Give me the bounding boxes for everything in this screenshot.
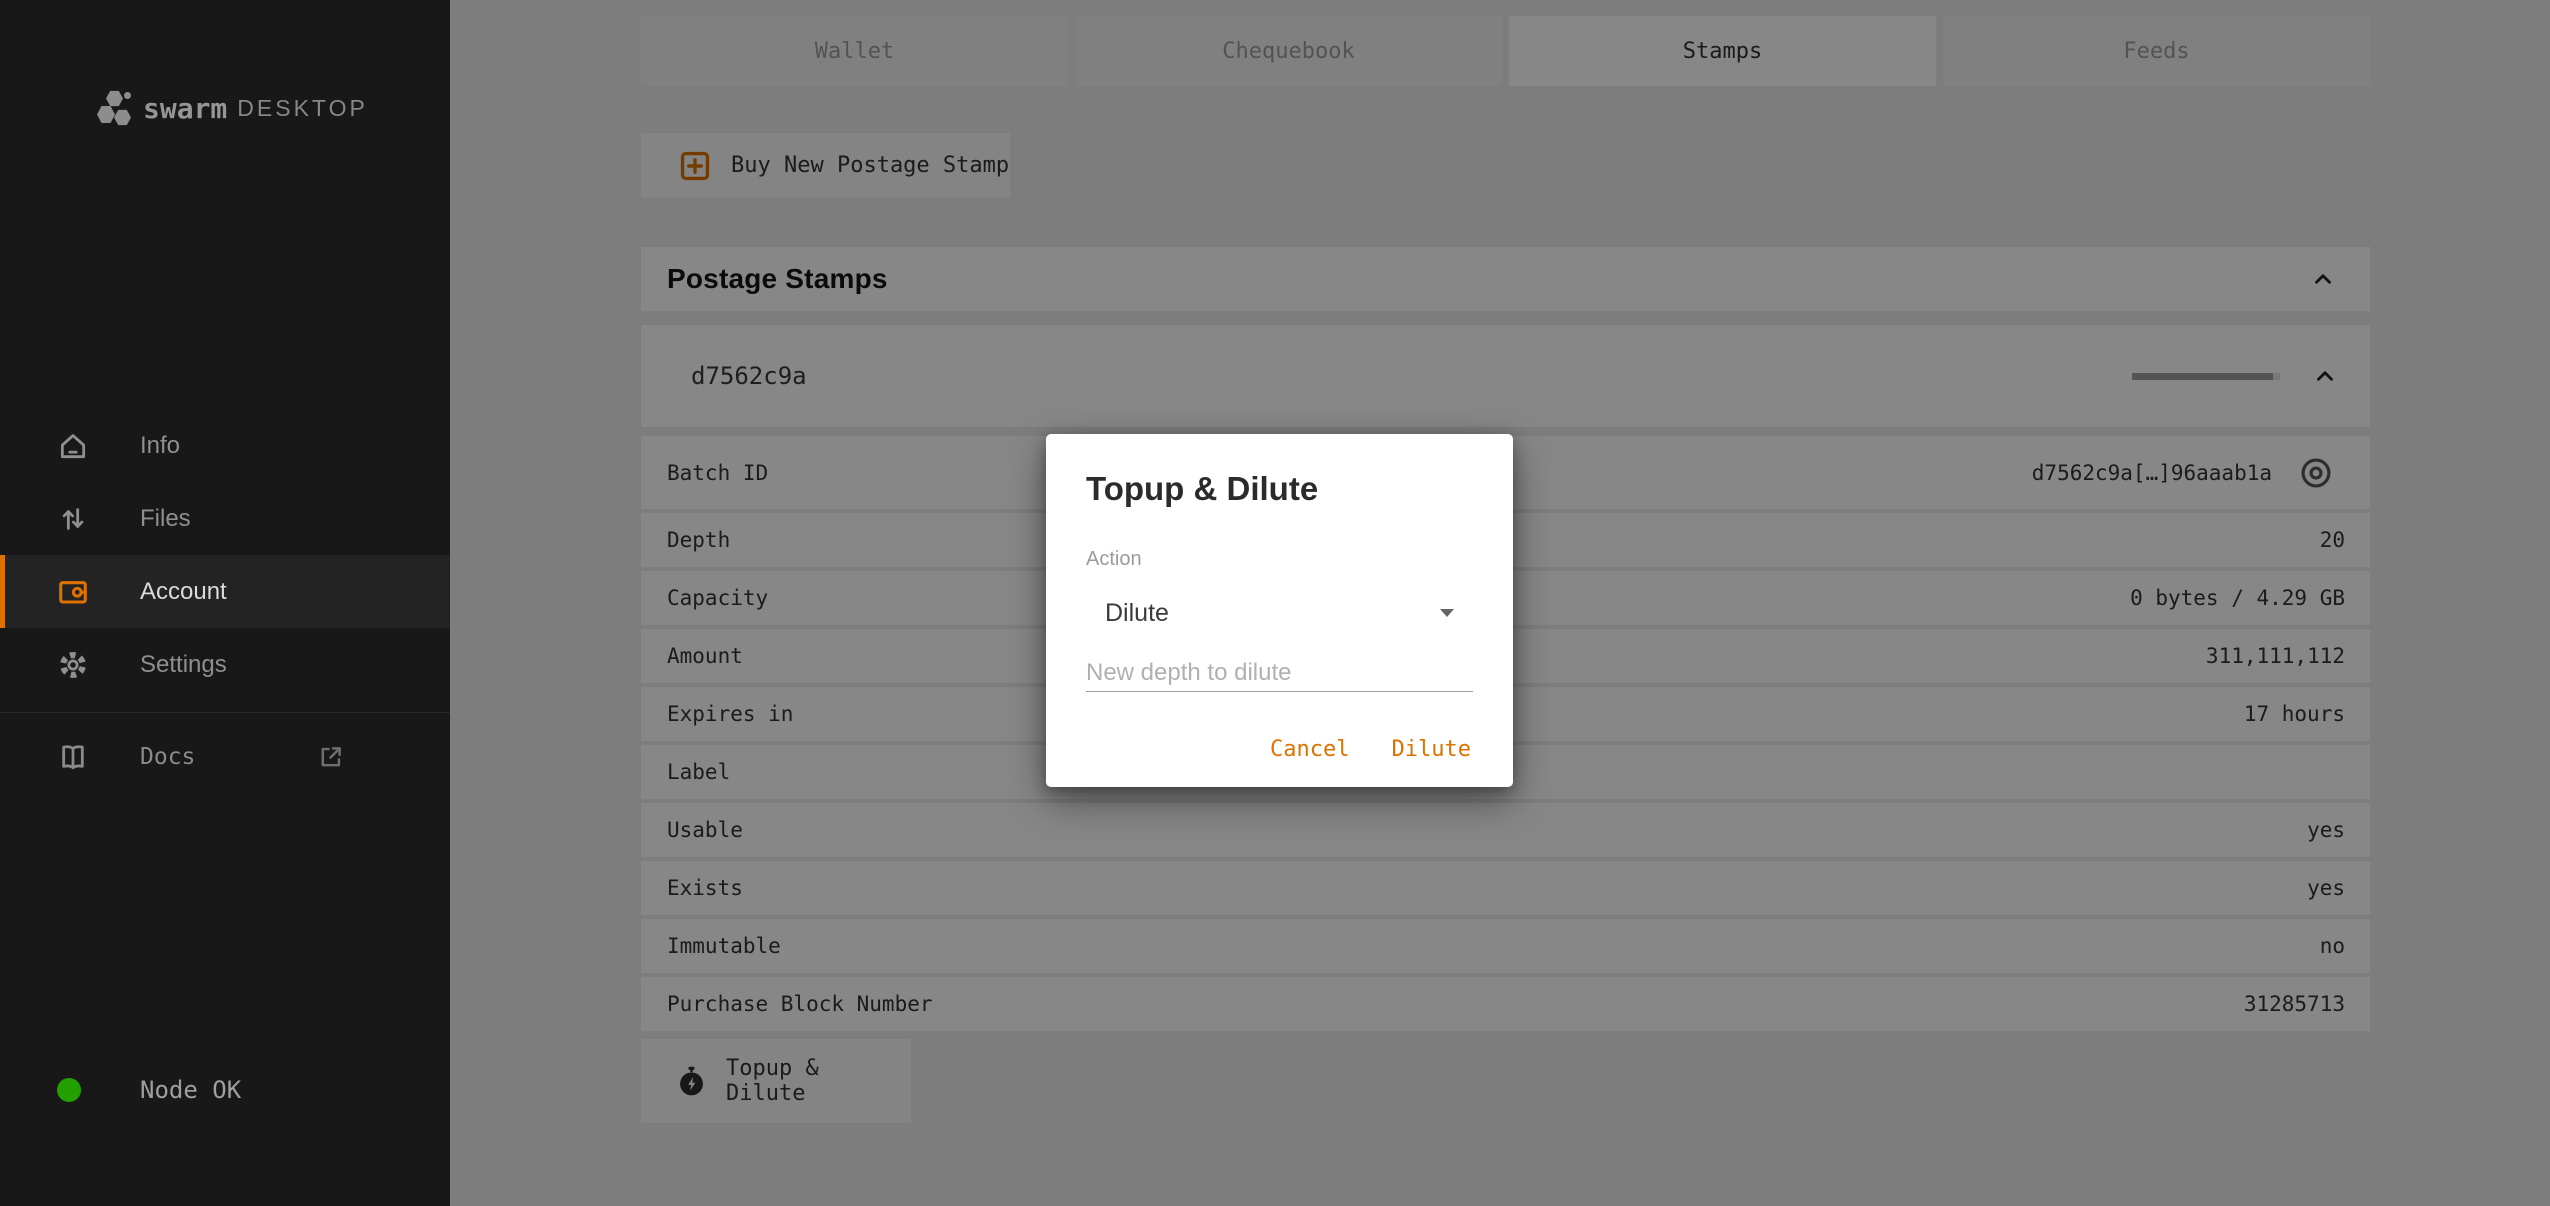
sidebar-item-label: Files xyxy=(140,505,191,533)
node-status-dot xyxy=(57,1078,81,1102)
sidebar-divider xyxy=(0,712,450,713)
app-window: swarm DESKTOP Info Files Account xyxy=(0,0,2550,1206)
sidebar-nav: Info Files Account xyxy=(0,409,450,701)
gear-icon xyxy=(57,649,89,681)
swarm-logo: swarm DESKTOP xyxy=(97,90,368,126)
sidebar-item-label: Settings xyxy=(140,651,227,679)
sidebar-item-settings[interactable]: Settings xyxy=(0,628,450,701)
sidebar-item-docs[interactable]: Docs xyxy=(0,721,450,793)
dilute-confirm-button[interactable]: Dilute xyxy=(1390,733,1473,766)
sidebar-item-label: Info xyxy=(140,432,180,460)
action-select-value: Dilute xyxy=(1105,599,1169,628)
wallet-icon xyxy=(57,576,89,608)
sidebar-item-info[interactable]: Info xyxy=(0,409,450,482)
external-link-icon xyxy=(317,743,345,771)
dropdown-arrow-icon xyxy=(1439,606,1455,618)
book-icon xyxy=(57,741,89,773)
brand-suffix: DESKTOP xyxy=(237,95,368,122)
sidebar-item-account[interactable]: Account xyxy=(0,555,450,628)
action-select[interactable]: Dilute xyxy=(1086,597,1473,629)
sidebar: swarm DESKTOP Info Files Account xyxy=(0,0,450,1206)
dialog-actions: Cancel Dilute xyxy=(1086,733,1473,766)
cancel-button[interactable]: Cancel xyxy=(1268,733,1351,766)
node-status-label: Node OK xyxy=(140,1076,241,1104)
new-depth-input[interactable] xyxy=(1086,655,1473,692)
node-status: Node OK xyxy=(57,1076,241,1104)
topup-dilute-dialog: Topup & Dilute Action Dilute Cancel Dilu… xyxy=(1046,434,1513,787)
brand-name: swarm xyxy=(143,92,227,125)
swarm-hexagon-icon xyxy=(97,90,131,126)
action-field-label: Action xyxy=(1086,548,1473,571)
dialog-title: Topup & Dilute xyxy=(1086,468,1473,510)
sidebar-item-label: Account xyxy=(140,578,227,606)
transfer-icon xyxy=(57,503,89,535)
sidebar-item-label: Docs xyxy=(140,744,195,770)
home-icon xyxy=(57,430,89,462)
sidebar-item-files[interactable]: Files xyxy=(0,482,450,555)
